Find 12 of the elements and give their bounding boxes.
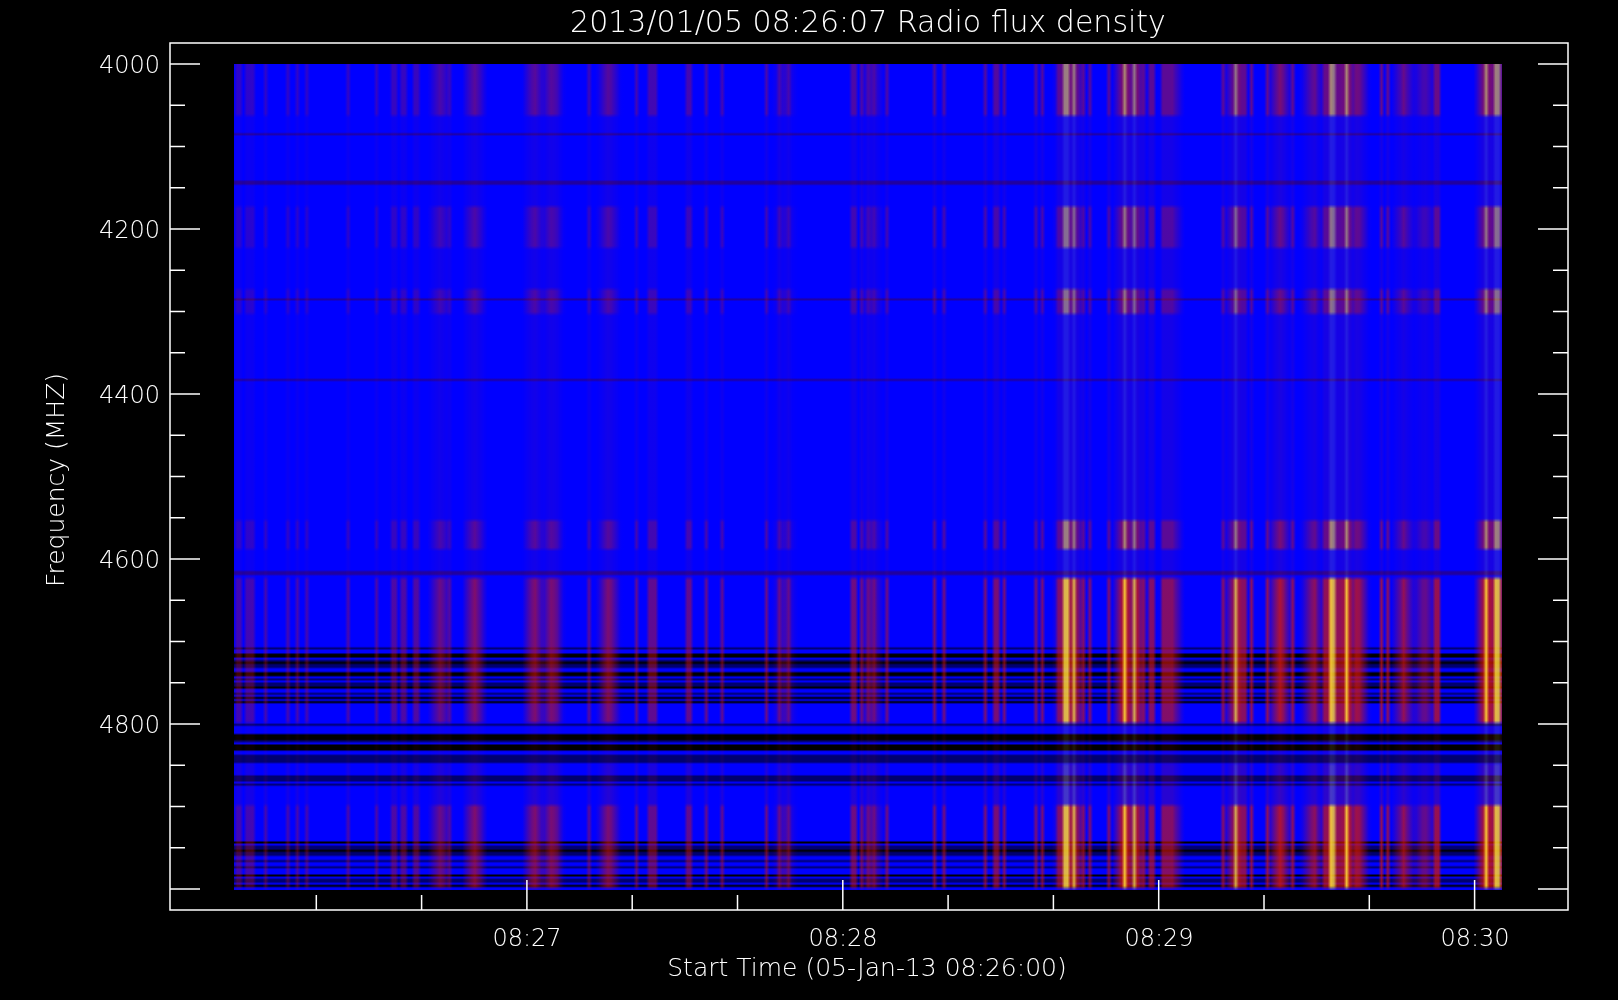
x-tick-label: 08:30 [1440, 924, 1510, 952]
y-tick-label: 4800 [98, 711, 160, 739]
x-axis-label: Start Time (05-Jan-13 08:26:00) [667, 953, 1067, 982]
y-tick-label: 4600 [98, 546, 160, 574]
x-tick-label: 08:29 [1124, 924, 1194, 952]
chart-title: 2013/01/05 08:26:07 Radio flux density [570, 4, 1166, 39]
y-axis-label: Frequency (MHZ) [41, 372, 70, 588]
y-tick-label: 4400 [98, 381, 160, 409]
y-tick-label: 4000 [98, 51, 160, 79]
x-tick-label: 08:27 [492, 924, 562, 952]
x-tick-label: 08:28 [808, 924, 878, 952]
y-tick-label: 4200 [98, 216, 160, 244]
